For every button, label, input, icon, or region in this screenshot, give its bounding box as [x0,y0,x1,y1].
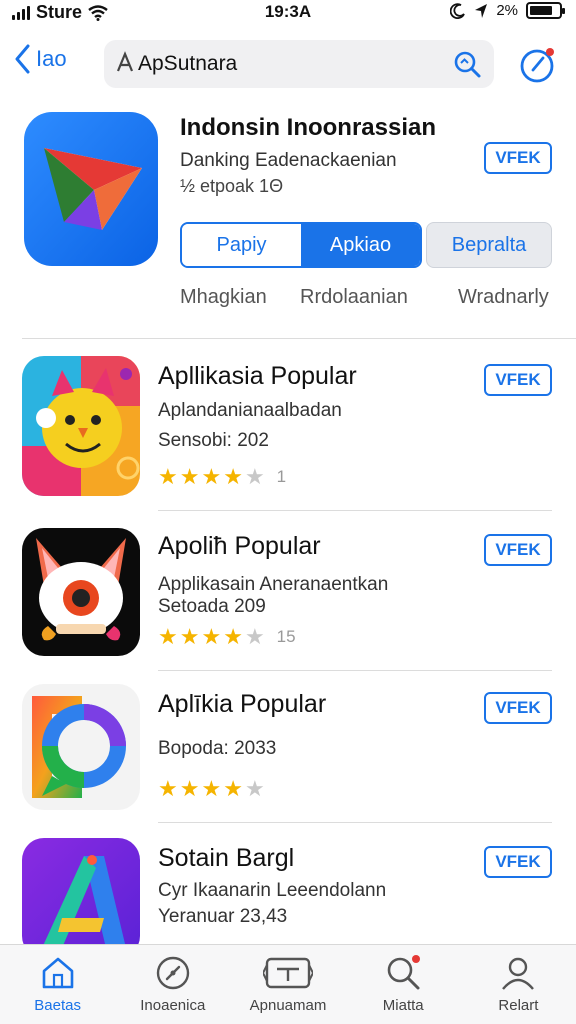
app-meta: Setoada 209 [158,596,266,617]
tab-bar: Baetas Inoaenica Apnuamam Miatta Relart [0,944,576,1024]
segment-bepralta[interactable]: Bepralta [426,222,552,268]
section-divider [22,338,576,339]
tab-apps[interactable]: Apnuamam [230,945,345,1024]
tab-label: Inoaenica [140,997,206,1014]
star-icon: ★ [179,464,200,489]
compass-icon [156,956,189,990]
get-button[interactable]: VFEK [484,692,552,724]
tab-discover[interactable]: Inoaenica [115,945,230,1024]
tab-profile[interactable]: Relart [461,945,576,1024]
app-title: Aplīkia Popular [158,690,327,718]
tab-label: Miatta [382,997,424,1014]
star-icon: ★ [158,624,178,649]
featured-app-icon[interactable] [24,112,158,266]
row-divider [158,510,552,511]
tab-label: Relart [498,997,539,1014]
app-meta: Sensobi: 202 [158,430,269,451]
rating-count: 1 [276,467,287,486]
category-link[interactable]: Rrdolaanian [300,286,408,309]
app-description: Applikasain Aneranaentkan [158,574,389,595]
status-right: 2% [450,2,565,19]
tab-label: Baetas [34,997,81,1014]
app-icon [22,356,140,496]
star-icon: ★ [244,464,265,489]
tab-label: Apnuamam [249,997,327,1014]
featured-app-subtitle: Danking Eadenackaenian [180,150,397,171]
moon-icon [450,2,466,19]
back-label: Iao [36,46,67,71]
category-links: Mhagkian Rrdolaanian Wradnarly [0,286,576,312]
featured-app-title: Indonsin Inoonrassian [180,114,437,141]
star-icon: ★ [201,624,222,649]
home-icon [42,957,73,989]
star-icon: ★ [179,624,200,649]
rating-stars: ★ ★ ★ ★ ★ [158,776,265,802]
search-input[interactable] [138,52,452,76]
rating-stars: ★ ★ ★ ★ ★ 1 [158,464,286,490]
search-icon[interactable] [452,49,482,79]
get-button[interactable]: VFEK [484,534,552,566]
location-icon [475,3,488,18]
apps-icon [263,957,313,989]
star-icon: ★ [223,776,243,801]
profile-icon [502,957,535,990]
get-button[interactable]: VFEK [484,846,552,878]
rating-stars: ★ ★ ★ ★ ★ 15 [158,624,296,650]
segmented-control: Papiy Apkiao [180,222,422,268]
app-title: Sotain Bargl [158,844,295,872]
star-icon: ★ [223,464,243,489]
back-button[interactable]: Iao [14,44,67,74]
app-icon [22,528,140,656]
star-icon: ★ [158,776,178,801]
star-icon: ★ [179,776,200,801]
row-divider [158,670,552,671]
star-icon: ★ [223,624,243,649]
row-divider [158,822,552,823]
tab-home[interactable]: Baetas [0,945,115,1024]
get-button[interactable]: VFEK [484,364,552,396]
app-store-icon [116,50,134,78]
app-icon [22,684,140,810]
star-icon: ★ [244,776,265,801]
notification-compose-icon[interactable] [518,44,558,84]
battery-percent: 2% [496,2,518,19]
segment-apkiao[interactable]: Apkiao [301,224,420,266]
status-bar: Sture 19:3A 2% [0,0,576,26]
app-meta: Bopoda: 2033 [158,738,277,759]
app-meta: Yeranuar 23,43 [158,906,288,927]
tab-search[interactable]: Miatta [346,945,461,1024]
star-icon: ★ [158,464,178,489]
app-title: Apllikasia Popular [158,362,357,390]
app-icon [22,838,140,958]
chevron-left-icon [15,44,30,74]
star-icon: ★ [201,776,222,801]
app-description: Aplandanianaalbadan [158,400,342,421]
featured-get-button[interactable]: VFEK [484,142,552,174]
star-icon: ★ [201,464,222,489]
search-bar[interactable] [104,40,494,88]
star-icon: ★ [244,624,265,649]
segment-papiy[interactable]: Papiy [182,224,301,266]
battery-icon [526,2,565,19]
rating-count: 15 [276,627,296,646]
category-link[interactable]: Wradnarly [458,286,549,309]
app-title: Apoliħ Popular [158,532,321,560]
app-description: Cyr Ikaanarin Leeendolann [158,880,387,901]
search-icon [387,955,421,990]
category-link[interactable]: Mhagkian [180,286,267,309]
featured-app-meta: ½ etpoak 1Θ [180,176,284,196]
